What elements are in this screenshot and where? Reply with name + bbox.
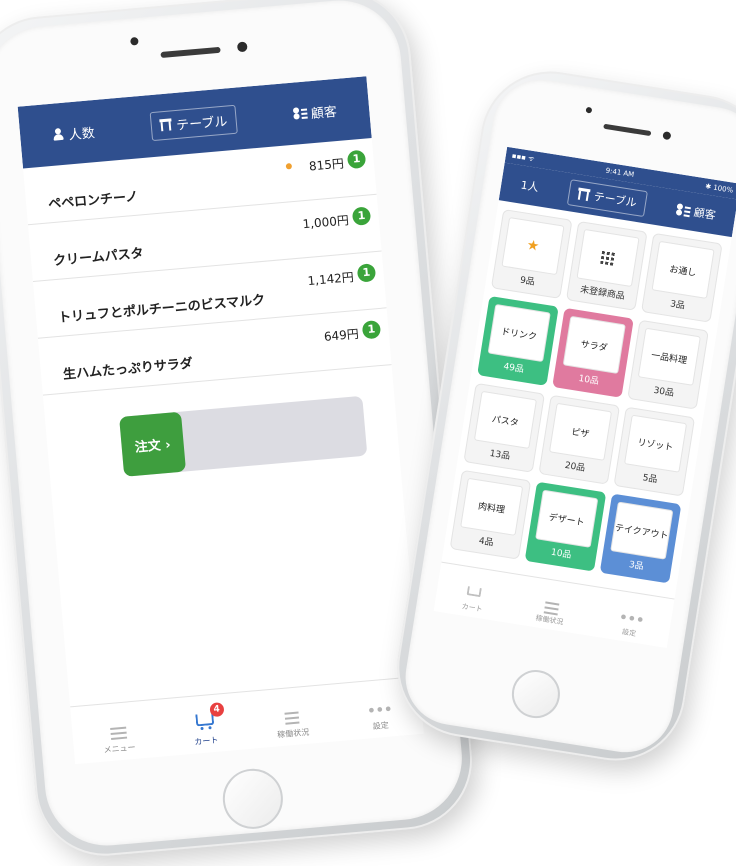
cart-list: ペペロンチーノ 815円 1 クリームパスタ 1,000円 1 トリュフとポルチ…: [23, 137, 392, 396]
category-name: 肉料理: [460, 477, 524, 536]
nav-table[interactable]: テーブル: [567, 179, 648, 218]
cart-icon: [466, 586, 483, 598]
cart-count-badge: 4: [209, 702, 225, 718]
cart-item-price: 1,000円: [302, 213, 350, 232]
right-phone: ▪▪▪ ᯤ 9:41 AM ✱ 100% 1人 テーブル 顧客 ★ 9品 未登録商品…: [387, 61, 736, 771]
order-slider[interactable]: 注文 ›: [119, 395, 368, 477]
list-icon: [545, 601, 560, 606]
table-icon: [159, 118, 173, 132]
tab-status[interactable]: 稼働状況: [275, 711, 310, 741]
nav-people[interactable]: 人数: [44, 117, 104, 149]
nav-customer-label: 顧客: [692, 205, 717, 223]
order-button[interactable]: 注文 ›: [119, 411, 187, 477]
category-name: テイクアウト: [610, 501, 674, 560]
signal-icon: ▪▪▪ ᯤ: [511, 151, 536, 163]
tab-status[interactable]: 稼働状況: [535, 600, 566, 627]
nav-people-label: 人数: [68, 125, 96, 143]
grid-icon: [576, 228, 640, 288]
category-name: お通し: [651, 240, 715, 299]
tab-cart-label: カート: [461, 602, 484, 614]
more-dots-icon: •••: [365, 699, 393, 721]
cart-icon: [195, 712, 215, 727]
category-name: サラダ: [562, 315, 626, 374]
category-tile[interactable]: 未登録商品: [565, 220, 648, 311]
nav-table-label: テーブル: [175, 114, 228, 134]
cart-item-price: 815円: [308, 156, 345, 174]
qty-badge[interactable]: 1: [356, 263, 377, 283]
customer-icon: [292, 107, 307, 120]
category-tile[interactable]: お通し 3品: [641, 232, 723, 323]
star-icon: ★: [501, 217, 565, 276]
tab-settings[interactable]: ••• 設定: [616, 607, 646, 640]
tab-settings[interactable]: ••• 設定: [365, 699, 394, 732]
category-name: ドリンク: [487, 303, 551, 363]
star-icon: ★: [525, 237, 541, 255]
menu-icon: [109, 726, 126, 731]
nav-customer-label: 顧客: [310, 104, 338, 122]
category-name: パスタ: [473, 390, 537, 449]
marker-dot-icon: [285, 163, 293, 170]
category-tile[interactable]: デザート 10品: [524, 481, 607, 572]
tab-settings-label: 設定: [372, 720, 390, 732]
category-tile[interactable]: サラダ 10品: [552, 307, 634, 398]
nav-people-label: 1人: [519, 178, 540, 195]
left-phone: 人数 テーブル 顧客 ペペロンチーノ 815円 1 クリームパスタ 1,000円…: [0, 0, 478, 862]
category-name: 一品料理: [637, 327, 701, 386]
tab-status-label: 稼働状況: [535, 614, 564, 627]
tab-menu[interactable]: メニュー: [102, 726, 136, 756]
tab-menu-label: メニュー: [103, 742, 136, 755]
category-tile[interactable]: ピザ 20品: [538, 394, 621, 485]
list-icon: [284, 711, 299, 715]
qty-badge[interactable]: 1: [346, 149, 367, 170]
nav-customer[interactable]: 顧客: [284, 96, 346, 128]
category-tile[interactable]: テイクアウト 3品: [599, 493, 682, 584]
category-tile[interactable]: パスタ 13品: [463, 382, 546, 473]
tab-cart[interactable]: カート: [461, 586, 486, 615]
category-name: デザート: [535, 489, 599, 548]
nav-table-label: テーブル: [592, 190, 638, 210]
status-time: 9:41 AM: [605, 166, 635, 179]
category-tile[interactable]: リゾット 5品: [613, 406, 696, 497]
nav-customer[interactable]: 顧客: [666, 196, 725, 228]
nav-people[interactable]: 1人: [511, 171, 548, 200]
battery-icon: ✱ 100%: [704, 182, 734, 195]
category-tile[interactable]: 一品料理 30品: [627, 319, 709, 410]
cart-item-price: 1,142円: [306, 270, 355, 289]
grid-icon: [600, 249, 617, 266]
tab-settings-label: 設定: [621, 627, 637, 638]
nav-table[interactable]: テーブル: [149, 104, 238, 141]
qty-badge[interactable]: 1: [351, 206, 372, 226]
customer-icon: [675, 203, 691, 217]
cart-item-name: 生ハムたっぷりサラダ: [62, 356, 194, 383]
cart-item-name: トリュフとポルチーニのビスマルク: [57, 292, 266, 326]
tab-status-label: 稼働状況: [276, 727, 310, 740]
tab-cart-label: カート: [194, 735, 219, 747]
more-dots-icon: •••: [617, 607, 646, 630]
category-name: リゾット: [623, 414, 688, 473]
tab-cart[interactable]: 4 カート: [192, 702, 225, 748]
person-icon: [52, 128, 65, 141]
category-tile[interactable]: 肉料理 4品: [449, 469, 532, 560]
table-icon: [577, 187, 591, 202]
category-tile[interactable]: ★ 9品: [490, 208, 573, 299]
qty-badge[interactable]: 1: [361, 319, 382, 340]
cart-item-name: ペペロンチーノ: [47, 189, 139, 213]
cart-item-name: クリームパスタ: [52, 246, 145, 270]
left-screen: 人数 テーブル 顧客 ペペロンチーノ 815円 1 クリームパスタ 1,000円…: [17, 76, 424, 765]
category-tile[interactable]: ドリンク 49品: [477, 295, 559, 386]
category-name: ピザ: [548, 402, 613, 461]
cart-item-price: 649円: [323, 326, 360, 344]
